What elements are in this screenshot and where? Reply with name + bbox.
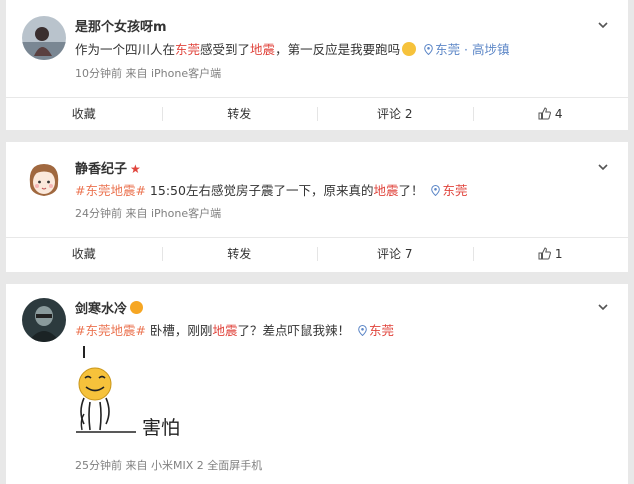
topic-link[interactable]: #东莞地震# bbox=[75, 323, 146, 338]
chevron-down-icon[interactable] bbox=[598, 162, 608, 172]
sticker-caption: 害怕 bbox=[142, 417, 180, 439]
post-text: #东莞地震# 15:50左右感觉房子震了一下，原来真的地震了！ 东莞 bbox=[75, 180, 467, 199]
location-text: 东莞 bbox=[368, 323, 394, 338]
location-pin-icon bbox=[358, 325, 367, 336]
location-text: 东莞 · 高埗镇 bbox=[435, 42, 510, 57]
avatar[interactable] bbox=[22, 158, 66, 202]
location-text: 东莞 bbox=[442, 183, 468, 198]
post-meta: 25分钟前 来自 小米MIX 2 全面屏手机 bbox=[75, 459, 263, 472]
post-meta: 10分钟前 来自 iPhone客户端 bbox=[75, 67, 222, 80]
repost-label: 转发 bbox=[227, 247, 252, 261]
star-badge-icon: ★ bbox=[130, 162, 141, 176]
highlight-keyword: 地震 bbox=[212, 323, 238, 338]
repost-button[interactable]: 转发 bbox=[161, 98, 318, 129]
post-text-segment: 感受到了 bbox=[200, 42, 251, 57]
highlight-keyword: 地震 bbox=[250, 42, 276, 57]
comment-button[interactable]: 评论 2 bbox=[317, 98, 473, 129]
chevron-down-icon[interactable] bbox=[598, 20, 608, 30]
scared-emoji-icon: 害怕 bbox=[76, 346, 180, 439]
repost-label: 转发 bbox=[227, 107, 252, 121]
location-pin-icon bbox=[424, 44, 433, 55]
favorite-label: 收藏 bbox=[71, 247, 96, 261]
thumbs-up-icon bbox=[538, 107, 551, 120]
like-button[interactable]: 1 bbox=[472, 238, 629, 269]
chevron-down-icon[interactable] bbox=[598, 302, 608, 312]
user-name-text: 剑寒水冷 bbox=[75, 302, 128, 317]
weibo-post-card: 静香纪子 ★ #东莞地震# 15:50左右感觉房子震了一下，原来真的地震了！ 东莞… bbox=[6, 142, 628, 272]
action-bar: 收藏 转发 评论 2 4 bbox=[6, 97, 628, 129]
user-name[interactable]: 剑寒水冷 bbox=[75, 298, 144, 317]
post-text-segment: 卧槽，刚刚 bbox=[145, 323, 213, 338]
sticker-image[interactable]: 害怕 bbox=[72, 344, 192, 444]
post-text: 作为一个四川人在东莞感受到了地震，第一反应是我要跑吗 东莞 · 高埗镇 bbox=[75, 39, 509, 58]
post-text-segment: 了？差点吓鼠我辣！ bbox=[237, 323, 350, 338]
member-badge-icon bbox=[130, 301, 144, 314]
thumbs-up-icon bbox=[538, 247, 551, 260]
favorite-button[interactable]: 收藏 bbox=[6, 98, 162, 129]
comment-label: 评论 7 bbox=[377, 247, 413, 261]
favorite-button[interactable]: 收藏 bbox=[6, 238, 162, 269]
emoji-face-icon bbox=[402, 42, 417, 56]
post-text: #东莞地震# 卧槽，刚刚地震了？差点吓鼠我辣！ 东莞 bbox=[75, 320, 394, 339]
highlight-keyword: 地震 bbox=[373, 183, 399, 198]
weibo-post-card: 是那个女孩呀m 作为一个四川人在东莞感受到了地震，第一反应是我要跑吗 东莞 · … bbox=[6, 0, 628, 130]
location-pin-icon bbox=[431, 185, 441, 196]
location-link[interactable]: 东莞 · 高埗镇 bbox=[420, 42, 509, 57]
like-button[interactable]: 4 bbox=[472, 98, 629, 129]
comment-label: 评论 2 bbox=[377, 107, 413, 121]
user-name[interactable]: 静香纪子 ★ bbox=[75, 158, 141, 177]
post-text-segment: 作为一个四川人在 bbox=[75, 42, 176, 57]
topic-link[interactable]: #东莞地震# bbox=[75, 183, 146, 198]
avatar[interactable] bbox=[22, 298, 66, 342]
avatar[interactable] bbox=[22, 16, 66, 60]
location-link[interactable]: 东莞 bbox=[427, 183, 467, 198]
repost-button[interactable]: 转发 bbox=[161, 238, 318, 269]
post-text-segment: 了！ bbox=[398, 183, 424, 198]
user-name[interactable]: 是那个女孩呀m bbox=[75, 16, 167, 35]
favorite-label: 收藏 bbox=[71, 107, 96, 121]
location-link[interactable]: 东莞 bbox=[354, 323, 394, 338]
post-text-segment: 15:50左右感觉房子震了一下，原来真的 bbox=[145, 183, 374, 198]
like-count: 1 bbox=[554, 246, 563, 261]
comment-button[interactable]: 评论 7 bbox=[317, 238, 473, 269]
action-bar: 收藏 转发 评论 7 1 bbox=[6, 237, 628, 269]
post-meta: 24分钟前 来自 iPhone客户端 bbox=[75, 207, 222, 220]
weibo-post-card: 剑寒水冷 #东莞地震# 卧槽，刚刚地震了？差点吓鼠我辣！ 东莞 害怕 25分钟前… bbox=[6, 284, 628, 484]
like-count: 4 bbox=[554, 106, 563, 121]
post-text-segment: ，第一反应是我要跑吗 bbox=[275, 42, 401, 57]
highlight-keyword: 东莞 bbox=[175, 42, 201, 57]
user-name-text: 静香纪子 bbox=[75, 162, 128, 177]
